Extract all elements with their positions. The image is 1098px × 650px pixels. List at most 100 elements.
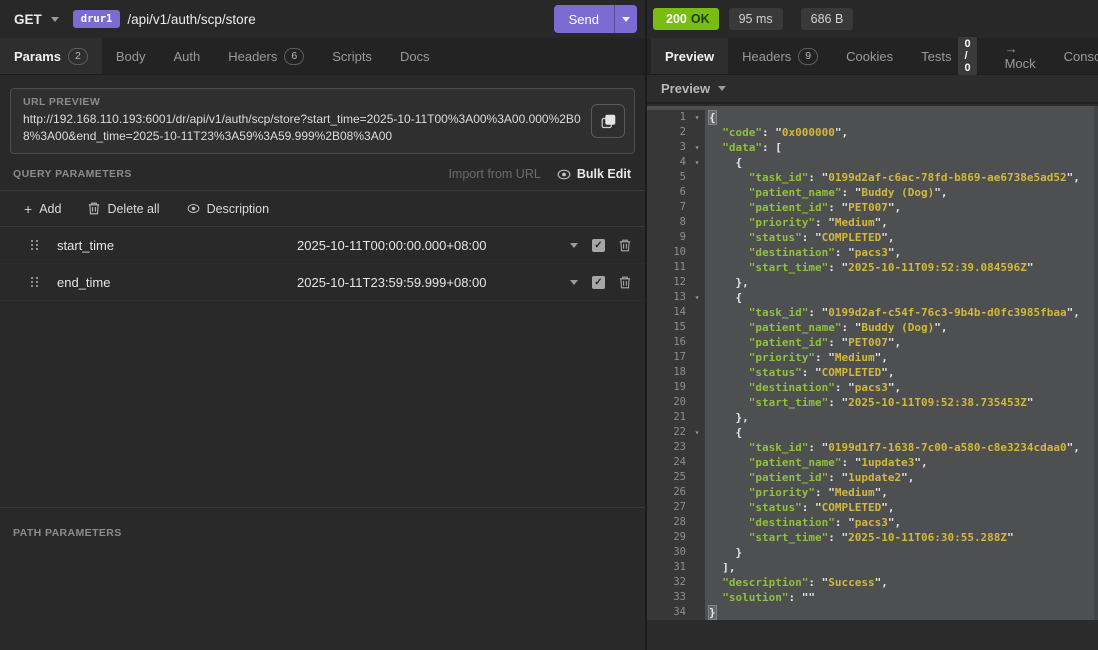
code-line: 19 "destination": "pacs3", — [647, 380, 1098, 395]
line-number: 4 — [647, 155, 689, 170]
line-number: 32 — [647, 575, 689, 590]
code-text: }, — [705, 410, 1098, 425]
add-label: Add — [39, 202, 61, 216]
preview-mode-select[interactable]: Preview — [647, 75, 1098, 104]
code-line: 13▾ { — [647, 290, 1098, 305]
request-bar: GET drur1 /api/v1/auth/scp/store Send — [0, 0, 645, 38]
fold-toggle-icon — [689, 500, 705, 515]
chevron-down-icon[interactable] — [570, 243, 578, 248]
tab-label: Body — [116, 49, 146, 64]
param-enabled-checkbox[interactable]: ✓ — [592, 276, 605, 289]
drag-handle-icon[interactable] — [31, 240, 41, 250]
environment-badge[interactable]: drur1 — [73, 10, 121, 28]
preview-mode-label: Preview — [661, 81, 710, 96]
code-text: "solution": "" — [705, 590, 1098, 605]
param-value-field[interactable]: 2025-10-11T23:59:59.999+08:00 — [297, 275, 570, 290]
drag-handle-icon[interactable] — [31, 277, 41, 287]
fold-toggle-icon — [689, 200, 705, 215]
response-tab-preview[interactable]: Preview — [651, 38, 728, 74]
code-line: 14 "task_id": "0199d2af-c54f-76c3-9b4b-d… — [647, 305, 1098, 320]
plus-icon: + — [24, 202, 32, 216]
tab-headers[interactable]: Headers6 — [214, 38, 318, 74]
code-text: "start_time": "2025-10-11T06:30:55.288Z" — [705, 530, 1098, 545]
fold-toggle-icon — [689, 455, 705, 470]
code-text: ], — [705, 560, 1098, 575]
delete-all-button[interactable]: Delete all — [88, 202, 159, 216]
code-line: 3▾ "data": [ — [647, 140, 1098, 155]
code-line: 7 "patient_id": "PET007", — [647, 200, 1098, 215]
tab-body[interactable]: Body — [102, 38, 160, 74]
param-value-field[interactable]: 2025-10-11T00:00:00.000+08:00 — [297, 238, 570, 253]
tab-docs[interactable]: Docs — [386, 38, 444, 74]
code-text: "code": "0x000000", — [705, 125, 1098, 140]
line-number: 13 — [647, 290, 689, 305]
code-text: "priority": "Medium", — [705, 485, 1098, 500]
status-badge: 200OK — [653, 8, 719, 30]
bulk-edit-button[interactable]: Bulk Edit — [557, 167, 631, 181]
response-tabs: Preview Headers 9 CookiesTests0 / 0→ MockCo… — [647, 38, 1098, 75]
tab-label: Params — [14, 49, 61, 64]
method-select[interactable]: GET — [14, 12, 59, 27]
response-size-badge: 686 B — [801, 8, 854, 30]
line-number: 27 — [647, 500, 689, 515]
fold-toggle-icon — [689, 275, 705, 290]
code-text: "patient_name": "1update3", — [705, 455, 1098, 470]
param-enabled-checkbox[interactable]: ✓ — [592, 239, 605, 252]
param-name-field[interactable]: end_time — [57, 275, 297, 290]
tab-label: Headers — [742, 49, 791, 64]
code-text: "task_id": "0199d1f7-1638-7c00-a580-c8e3… — [705, 440, 1098, 455]
request-url-input[interactable]: /api/v1/auth/scp/store — [127, 12, 255, 27]
tab-count-badge: 6 — [284, 48, 304, 65]
code-text: { — [705, 110, 1098, 125]
import-from-url-button[interactable]: Import from URL — [448, 167, 540, 181]
line-number: 31 — [647, 560, 689, 575]
query-parameters-header: QUERY PARAMETERS Import from URL Bulk Ed… — [0, 158, 645, 190]
code-line: 22▾ { — [647, 425, 1098, 440]
fold-toggle-icon[interactable]: ▾ — [689, 155, 705, 170]
response-tab-mock[interactable]: → Mock — [991, 38, 1050, 74]
tab-auth[interactable]: Auth — [159, 38, 214, 74]
query-parameters-table: start_time2025-10-11T00:00:00.000+08:00 ✓… — [0, 227, 645, 301]
response-tab-cookies[interactable]: Cookies — [832, 38, 907, 74]
code-text: "patient_id": "PET007", — [705, 200, 1098, 215]
delete-all-label: Delete all — [107, 202, 159, 216]
code-line: 30 } — [647, 545, 1098, 560]
eye-icon — [557, 169, 571, 180]
send-button[interactable]: Send — [554, 5, 637, 33]
chevron-down-icon[interactable] — [570, 280, 578, 285]
copy-url-button[interactable] — [591, 104, 625, 138]
line-number: 10 — [647, 245, 689, 260]
code-line: 18 "status": "COMPLETED", — [647, 365, 1098, 380]
line-number: 12 — [647, 275, 689, 290]
code-line: 10 "destination": "pacs3", — [647, 245, 1098, 260]
tab-scripts[interactable]: Scripts — [318, 38, 386, 74]
response-tab-headers[interactable]: Headers 9 — [728, 38, 832, 74]
fold-toggle-icon[interactable]: ▾ — [689, 425, 705, 440]
fold-toggle-icon — [689, 560, 705, 575]
fold-toggle-icon — [689, 245, 705, 260]
response-tab-console[interactable]: Console — [1050, 38, 1098, 74]
line-number: 24 — [647, 455, 689, 470]
code-line: 34} — [647, 605, 1098, 620]
fold-toggle-icon[interactable]: ▾ — [689, 290, 705, 305]
fold-toggle-icon — [689, 260, 705, 275]
fold-toggle-icon[interactable]: ▾ — [689, 110, 705, 125]
description-button[interactable]: Description — [187, 202, 270, 216]
add-param-button[interactable]: + Add — [24, 202, 61, 216]
tab-count-badge: 9 — [798, 48, 818, 65]
send-options-button[interactable] — [614, 5, 637, 33]
code-text: } — [705, 545, 1098, 560]
fold-toggle-icon[interactable]: ▾ — [689, 140, 705, 155]
fold-toggle-icon — [689, 335, 705, 350]
response-tab-tests[interactable]: Tests0 / 0 — [907, 38, 990, 74]
code-text: "destination": "pacs3", — [705, 380, 1098, 395]
code-text: "priority": "Medium", — [705, 215, 1098, 230]
tab-params[interactable]: Params2 — [0, 38, 102, 74]
code-line: 15 "patient_name": "Buddy (Dog)", — [647, 320, 1098, 335]
delete-param-button[interactable] — [619, 239, 631, 252]
param-name-field[interactable]: start_time — [57, 238, 297, 253]
line-number: 18 — [647, 365, 689, 380]
code-line: 32 "description": "Success", — [647, 575, 1098, 590]
delete-param-button[interactable] — [619, 276, 631, 289]
response-body-editor[interactable]: 1▾{2 "code": "0x000000",3▾ "data": [4▾ {… — [647, 106, 1098, 620]
